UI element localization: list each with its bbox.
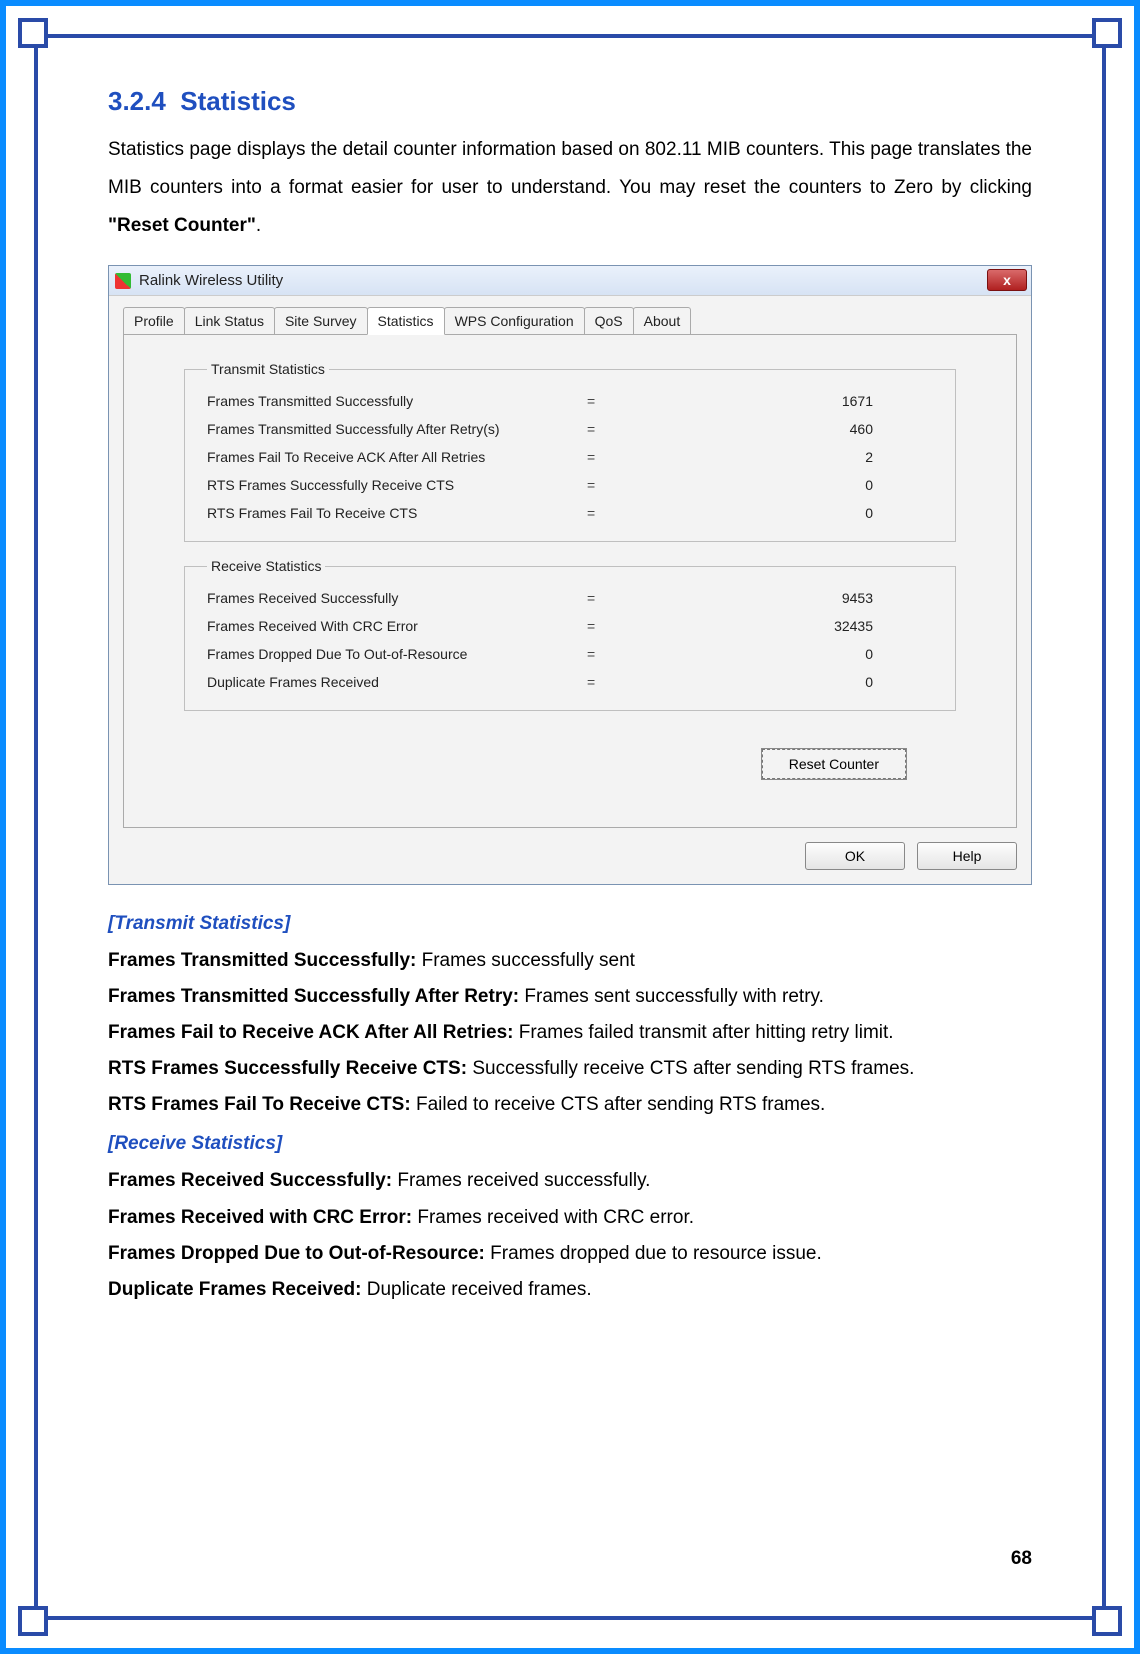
intro-post: . (256, 215, 261, 236)
transmit-stat-value: 0 (647, 477, 933, 493)
ok-button[interactable]: OK (805, 842, 905, 870)
transmit-desc-term: RTS Frames Successfully Receive CTS: (108, 1058, 472, 1079)
intro-pre: Statistics page displays the detail coun… (108, 139, 1032, 198)
tab-qos[interactable]: QoS (584, 307, 634, 334)
transmit-desc-def: Frames sent successfully with retry. (524, 986, 824, 1007)
receive-desc-item: Duplicate Frames Received: Duplicate rec… (108, 1272, 1032, 1308)
tab-link-status[interactable]: Link Status (184, 307, 275, 334)
receive-desc-heading: [Receive Statistics] (108, 1133, 1032, 1155)
receive-desc-item: Frames Received Successfully: Frames rec… (108, 1163, 1032, 1199)
transmit-desc-def: Frames successfully sent (422, 950, 635, 971)
equals-sign: = (587, 477, 647, 493)
tab-row: ProfileLink StatusSite SurveyStatisticsW… (109, 296, 1031, 334)
reset-row: Reset Counter (184, 727, 956, 809)
receive-stat-row: Frames Dropped Due To Out-of-Resource=0 (207, 640, 933, 668)
app-icon (115, 273, 131, 289)
transmit-stat-label: RTS Frames Successfully Receive CTS (207, 477, 587, 493)
receive-stat-value: 9453 (647, 590, 933, 606)
window-title: Ralink Wireless Utility (139, 272, 283, 289)
statistics-dialog: Ralink Wireless Utility x ProfileLink St… (108, 265, 1032, 885)
transmit-desc-term: Frames Fail to Receive ACK After All Ret… (108, 1022, 519, 1043)
section-number: 3.2.4 (108, 86, 166, 116)
receive-stat-row: Frames Received With CRC Error=32435 (207, 612, 933, 640)
transmit-stat-row: RTS Frames Fail To Receive CTS=0 (207, 499, 933, 527)
close-icon: x (1003, 272, 1011, 288)
transmit-desc-def: Frames failed transmit after hitting ret… (519, 1022, 894, 1043)
section-title-text: Statistics (180, 86, 296, 116)
receive-fieldset: Receive Statistics Frames Received Succe… (184, 558, 956, 711)
equals-sign: = (587, 674, 647, 690)
close-button[interactable]: x (987, 269, 1027, 291)
receive-stat-value: 32435 (647, 618, 933, 634)
transmit-stat-value: 0 (647, 505, 933, 521)
tab-content: Transmit Statistics Frames Transmitted S… (123, 334, 1017, 828)
titlebar: Ralink Wireless Utility x (109, 266, 1031, 296)
transmit-desc-term: RTS Frames Fail To Receive CTS: (108, 1094, 416, 1115)
intro-bold: "Reset Counter" (108, 215, 256, 236)
tab-profile[interactable]: Profile (123, 307, 185, 334)
receive-desc-term: Frames Received with CRC Error: (108, 1207, 417, 1228)
receive-stat-value: 0 (647, 674, 933, 690)
receive-desc-term: Duplicate Frames Received: (108, 1279, 367, 1300)
equals-sign: = (587, 393, 647, 409)
intro-paragraph: Statistics page displays the detail coun… (108, 131, 1032, 245)
equals-sign: = (587, 421, 647, 437)
transmit-desc-item: RTS Frames Fail To Receive CTS: Failed t… (108, 1087, 1032, 1123)
transmit-desc-item: RTS Frames Successfully Receive CTS: Suc… (108, 1051, 1032, 1087)
receive-stat-label: Frames Received With CRC Error (207, 618, 587, 634)
transmit-desc-item: Frames Fail to Receive ACK After All Ret… (108, 1015, 1032, 1051)
equals-sign: = (587, 505, 647, 521)
receive-desc-def: Frames received successfully. (397, 1170, 650, 1191)
transmit-desc-heading: [Transmit Statistics] (108, 913, 1032, 935)
transmit-stat-label: Frames Transmitted Successfully (207, 393, 587, 409)
transmit-stat-value: 460 (647, 421, 933, 437)
receive-stat-label: Duplicate Frames Received (207, 674, 587, 690)
receive-legend: Receive Statistics (207, 558, 325, 574)
transmit-stat-label: RTS Frames Fail To Receive CTS (207, 505, 587, 521)
transmit-stat-row: Frames Transmitted Successfully After Re… (207, 415, 933, 443)
transmit-desc-def: Successfully receive CTS after sending R… (472, 1058, 914, 1079)
tab-statistics[interactable]: Statistics (367, 307, 445, 335)
transmit-desc-term: Frames Transmitted Successfully: (108, 950, 422, 971)
receive-desc-term: Frames Received Successfully: (108, 1170, 397, 1191)
reset-counter-button[interactable]: Reset Counter (762, 749, 906, 779)
transmit-desc-def: Failed to receive CTS after sending RTS … (416, 1094, 825, 1115)
description-section: [Transmit Statistics] Frames Transmitted… (108, 913, 1032, 1308)
transmit-stat-value: 2 (647, 449, 933, 465)
transmit-stat-row: Frames Transmitted Successfully=1671 (207, 387, 933, 415)
section-heading: 3.2.4 Statistics (108, 86, 1032, 117)
equals-sign: = (587, 618, 647, 634)
transmit-stat-label: Frames Fail To Receive ACK After All Ret… (207, 449, 587, 465)
tab-wps-configuration[interactable]: WPS Configuration (444, 307, 585, 334)
receive-stat-label: Frames Received Successfully (207, 590, 587, 606)
receive-desc-term: Frames Dropped Due to Out-of-Resource: (108, 1243, 490, 1264)
receive-desc-def: Frames received with CRC error. (417, 1207, 694, 1228)
transmit-desc-item: Frames Transmitted Successfully After Re… (108, 979, 1032, 1015)
receive-stat-row: Frames Received Successfully=9453 (207, 584, 933, 612)
equals-sign: = (587, 590, 647, 606)
tab-site-survey[interactable]: Site Survey (274, 307, 368, 334)
transmit-stat-row: Frames Fail To Receive ACK After All Ret… (207, 443, 933, 471)
tab-about[interactable]: About (633, 307, 692, 334)
receive-desc-def: Duplicate received frames. (367, 1279, 592, 1300)
page-number: 68 (1011, 1548, 1032, 1570)
transmit-stat-value: 1671 (647, 393, 933, 409)
transmit-desc-item: Frames Transmitted Successfully: Frames … (108, 943, 1032, 979)
receive-desc-def: Frames dropped due to resource issue. (490, 1243, 822, 1264)
receive-stat-row: Duplicate Frames Received=0 (207, 668, 933, 696)
transmit-fieldset: Transmit Statistics Frames Transmitted S… (184, 361, 956, 542)
receive-stat-label: Frames Dropped Due To Out-of-Resource (207, 646, 587, 662)
transmit-stat-row: RTS Frames Successfully Receive CTS=0 (207, 471, 933, 499)
help-button[interactable]: Help (917, 842, 1017, 870)
equals-sign: = (587, 449, 647, 465)
equals-sign: = (587, 646, 647, 662)
transmit-desc-term: Frames Transmitted Successfully After Re… (108, 986, 524, 1007)
transmit-legend: Transmit Statistics (207, 361, 329, 377)
transmit-stat-label: Frames Transmitted Successfully After Re… (207, 421, 587, 437)
receive-stat-value: 0 (647, 646, 933, 662)
dialog-buttons: OK Help (123, 842, 1017, 870)
receive-desc-item: Frames Dropped Due to Out-of-Resource: F… (108, 1236, 1032, 1272)
receive-desc-item: Frames Received with CRC Error: Frames r… (108, 1200, 1032, 1236)
